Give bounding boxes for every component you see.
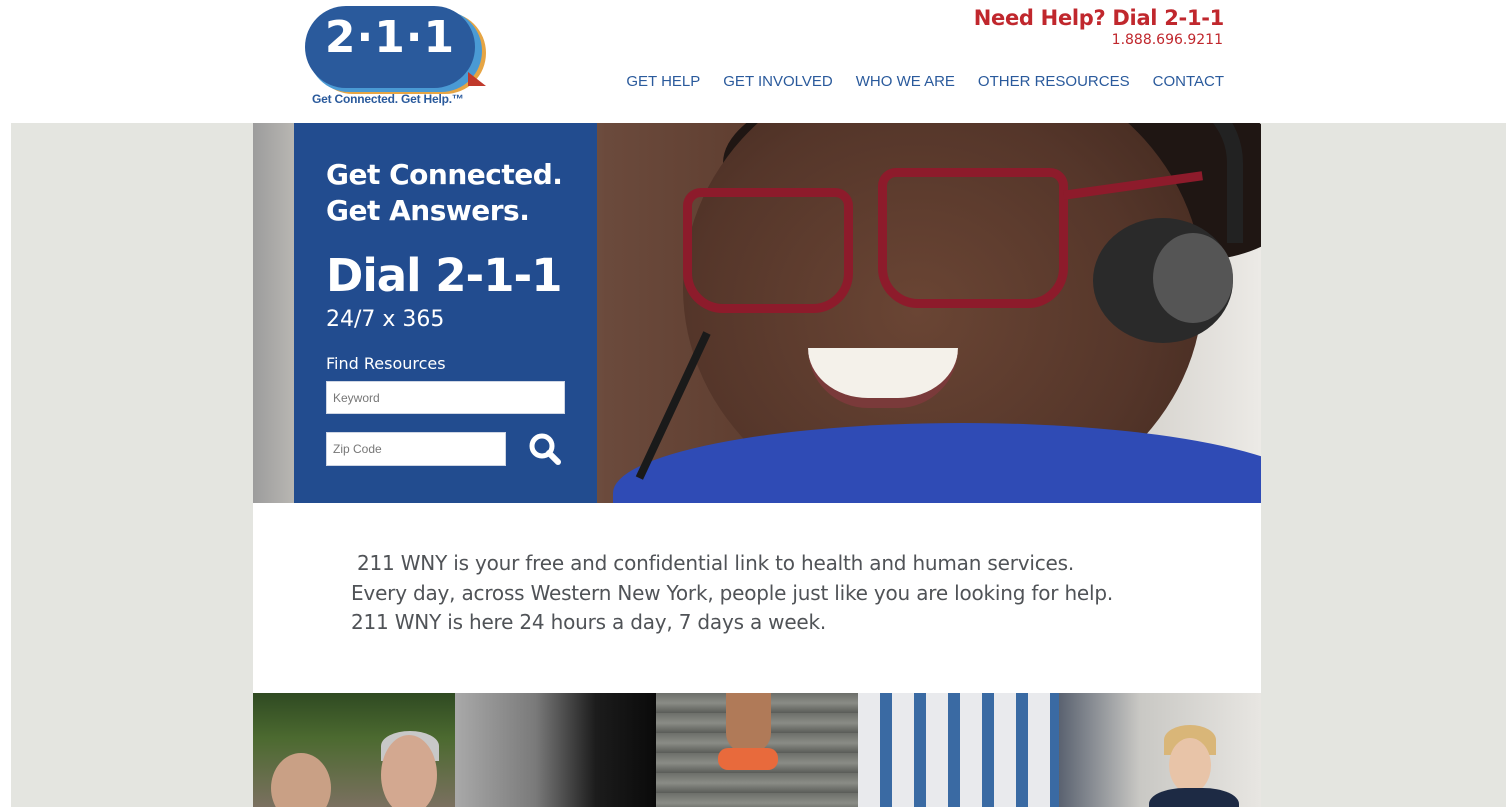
intro-line-1: 211 WNY is your free and confidential li…	[357, 551, 1074, 575]
logo-tagline: Get Connected. Get Help.™	[312, 92, 464, 106]
hero-photo-shirt	[613, 423, 1261, 503]
hero-photo-headphone-cup-inner	[1153, 233, 1233, 323]
tile-stairs-photo[interactable]	[656, 693, 858, 807]
tile-photo-face	[1169, 738, 1212, 793]
logo-text: 2·1·1	[324, 12, 456, 63]
tile-meeting-photo[interactable]	[1059, 693, 1261, 807]
tile-photo-person-1	[271, 753, 331, 807]
nav-other-resources[interactable]: OTHER RESOURCES	[978, 73, 1130, 90]
search-button[interactable]	[526, 432, 564, 468]
keyword-input[interactable]	[326, 381, 565, 414]
hero-photo-glasses-right	[878, 168, 1068, 308]
hero-title: Get Connected. Get Answers.	[326, 157, 563, 229]
resource-search-panel: Get Connected. Get Answers. Dial 2-1-1 2…	[294, 123, 597, 503]
intro-text: 211 WNY is your free and confidential li…	[351, 549, 1113, 638]
tile-photo-shoe	[718, 748, 779, 770]
hero-photo-glasses-left	[683, 188, 853, 313]
nav-get-help[interactable]: GET HELP	[626, 73, 700, 90]
nav-who-we-are[interactable]: WHO WE ARE	[856, 73, 955, 90]
hero-title-line2: Get Answers.	[326, 194, 530, 227]
tile-seniors-photo[interactable]	[253, 693, 455, 807]
intro-line-2: Every day, across Western New York, peop…	[351, 580, 1114, 605]
nav-contact[interactable]: CONTACT	[1153, 73, 1224, 90]
tile-photo-leg	[726, 693, 772, 753]
site-header: 2·1·1 Get Connected. Get Help.™ Need Hel…	[0, 0, 1506, 123]
hero-banner: Get Connected. Get Answers. Dial 2-1-1 2…	[253, 123, 1261, 503]
dial-211-heading: Dial 2-1-1	[326, 249, 563, 302]
intro-section: 211 WNY is your free and confidential li…	[253, 503, 1261, 693]
hero-title-line1: Get Connected.	[326, 158, 563, 191]
need-help-heading: Need Help? Dial 2-1-1	[973, 6, 1225, 30]
logo-211[interactable]: 2·1·1 Get Connected. Get Help.™	[300, 2, 492, 114]
feature-tiles	[253, 693, 1261, 807]
tile-photo-suit	[1149, 788, 1240, 807]
tile-building-photo[interactable]	[857, 693, 1060, 807]
logo-bubble-tail	[468, 72, 486, 86]
main-nav: GET HELP GET INVOLVED WHO WE ARE OTHER R…	[626, 73, 1224, 90]
help-phone-number[interactable]: 1.888.696.9211	[1112, 32, 1223, 48]
tile-photo-person-2	[381, 735, 437, 807]
find-resources-label: Find Resources	[326, 354, 446, 373]
nav-get-involved[interactable]: GET INVOLVED	[723, 73, 832, 90]
tile-silence-photo[interactable]	[454, 693, 657, 807]
search-icon	[529, 433, 561, 465]
zip-code-input[interactable]	[326, 432, 506, 466]
availability-text: 24/7 x 365	[326, 307, 445, 332]
intro-line-3: 211 WNY is here 24 hours a day, 7 days a…	[351, 610, 827, 634]
